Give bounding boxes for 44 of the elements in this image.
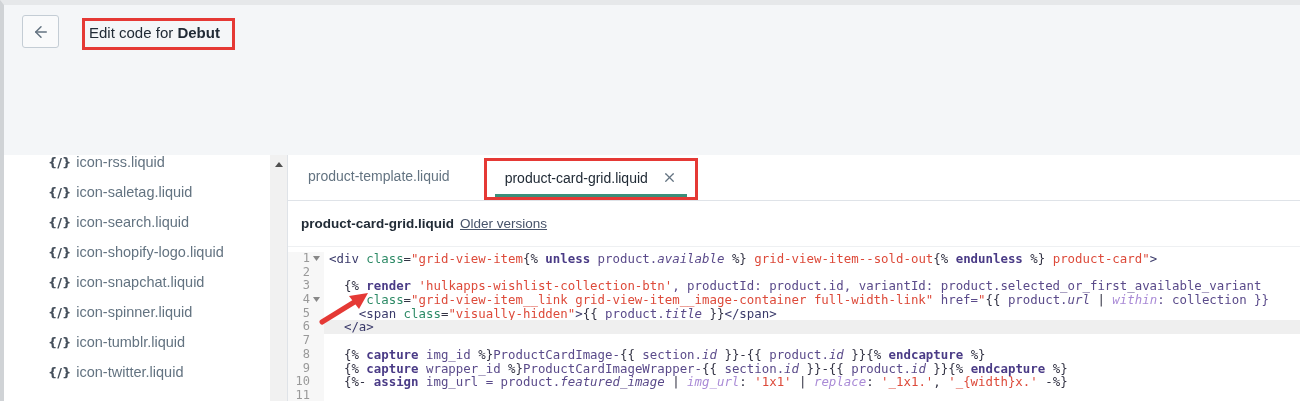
line-number: 5 — [302, 306, 310, 321]
line-number: 4 — [302, 293, 310, 307]
code-line: {% render 'hulkapps-wishlist-collection-btn', productId: product.id, variantId: product.selected_or_first_available_variant — [342, 279, 1262, 294]
code-file-icon: {/} — [48, 334, 72, 350]
file-list-item[interactable]: {/} icon-saletag.liquid — [48, 177, 270, 207]
code-line: class="grid-view-item__link grid-view-item__image-container full-width-link" href="{{ product.url | within: collection }} — [365, 293, 1270, 307]
file-list-item[interactable]: {/} icon-spinner.liquid — [48, 297, 270, 327]
file-list-item[interactable]: {/} icon-snapchat.liquid — [48, 267, 270, 297]
file-list-item[interactable]: {/} icon-tumblr.liquid — [48, 327, 270, 357]
code-file-icon: {/} — [48, 304, 72, 320]
line-number: 6 — [302, 320, 310, 335]
fold-caret-icon[interactable] — [312, 297, 320, 303]
code-file-icon: {/} — [48, 214, 72, 230]
code-line: <span class="visually-hidden">{{ product.title }}</span> — [357, 306, 777, 321]
line-number: 3 — [302, 279, 310, 294]
code-file-icon: {/} — [48, 155, 72, 170]
code-file-icon: {/} — [48, 274, 72, 290]
scrollbar[interactable] — [270, 155, 287, 401]
file-list-item[interactable]: {/} icon-rss.liquid — [48, 155, 270, 177]
file-list-item[interactable]: {/} icon-twitter.liquid — [48, 357, 270, 387]
code-line: {%- assign img_url = product.featured_image | img_url: '1x1' | replace: '_1x1.', '_{width}x.' -%} — [342, 375, 1068, 389]
code-file-icon: {/} — [48, 184, 72, 200]
line-number: 7 — [302, 334, 310, 348]
file-name: product-card-grid.liquid — [301, 216, 454, 231]
line-number: 1 — [302, 252, 310, 266]
code-line: <div class="grid-view-item{% unless product.available %} grid-view-item--sold-out{% endunless %} product-card"> — [328, 252, 1158, 266]
line-number: 10 — [295, 375, 310, 389]
file-list-item[interactable]: {/} icon-shopify-logo.liquid — [48, 237, 270, 267]
code-line: {% capture img_id %}ProductCardImage-{{ section.id }}-{{ product.id }}{% endcapture %} — [342, 347, 986, 362]
code-line: {% capture wrapper_id %}ProductCardImageWrapper-{{ section.id }}-{{ product.id }}{% endcapture %} — [342, 361, 1068, 376]
page-title: Edit code for Debut — [89, 24, 220, 41]
line-number: 11 — [295, 388, 310, 401]
fold-caret-icon[interactable] — [312, 256, 320, 262]
editor-tab[interactable]: product-template.liquid — [298, 155, 460, 200]
line-number: 9 — [302, 361, 310, 376]
code-line: </a> — [342, 320, 374, 335]
older-versions-link[interactable]: Older versions — [460, 216, 548, 231]
file-list-item[interactable]: {/} icon-search.liquid — [48, 207, 270, 237]
code-file-icon: {/} — [48, 244, 72, 260]
line-number: 2 — [302, 265, 310, 280]
code-file-icon: {/} — [48, 364, 72, 380]
scroll-up-icon[interactable] — [274, 162, 283, 167]
line-number: 8 — [302, 347, 310, 362]
back-button[interactable] — [22, 15, 59, 48]
